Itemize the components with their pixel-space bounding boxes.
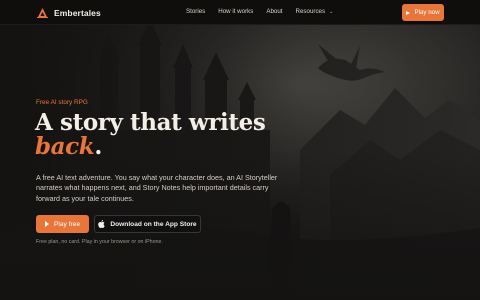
hero-footnote: Free plan, no card. Play in your browser… — [36, 239, 163, 245]
brand-home-link[interactable]: Embertales — [37, 6, 101, 19]
apple-icon — [98, 220, 106, 228]
hero-description: A free AI text adventure. You say what y… — [36, 173, 278, 203]
chevron-down-icon: ⌄ — [329, 8, 334, 15]
nav-links: Stories How it works About Resources ⌄ — [186, 8, 346, 15]
nav-link-resources[interactable]: Resources ⌄ — [296, 8, 334, 15]
app-store-label: Download on the App Store — [110, 220, 197, 228]
hero-headline: A story that writes back. — [35, 109, 266, 160]
play-icon — [44, 221, 49, 227]
flame-icon — [37, 7, 48, 18]
headline-main: A story that writes — [35, 109, 266, 136]
nav-link-how-it-works[interactable]: How it works — [218, 8, 253, 15]
headline-accent: back — [35, 133, 95, 160]
app-store-button[interactable]: Download on the App Store — [94, 215, 201, 233]
hero-eyebrow: Free AI story RPG — [36, 99, 88, 106]
play-now-label: Play now — [414, 9, 440, 16]
play-icon — [406, 10, 411, 15]
headline-period: . — [94, 133, 102, 160]
play-free-label: Play free — [53, 220, 81, 228]
top-navigation-bar: Embertales Stories How it works About Re… — [0, 0, 480, 25]
brand-name: Embertales — [54, 7, 101, 18]
nav-link-resources-label: Resources — [295, 8, 326, 15]
nav-link-stories[interactable]: Stories — [186, 8, 205, 15]
nav-link-about[interactable]: About — [266, 8, 282, 15]
play-free-button[interactable]: Play free — [36, 215, 89, 233]
play-now-button[interactable]: Play now — [402, 4, 444, 21]
